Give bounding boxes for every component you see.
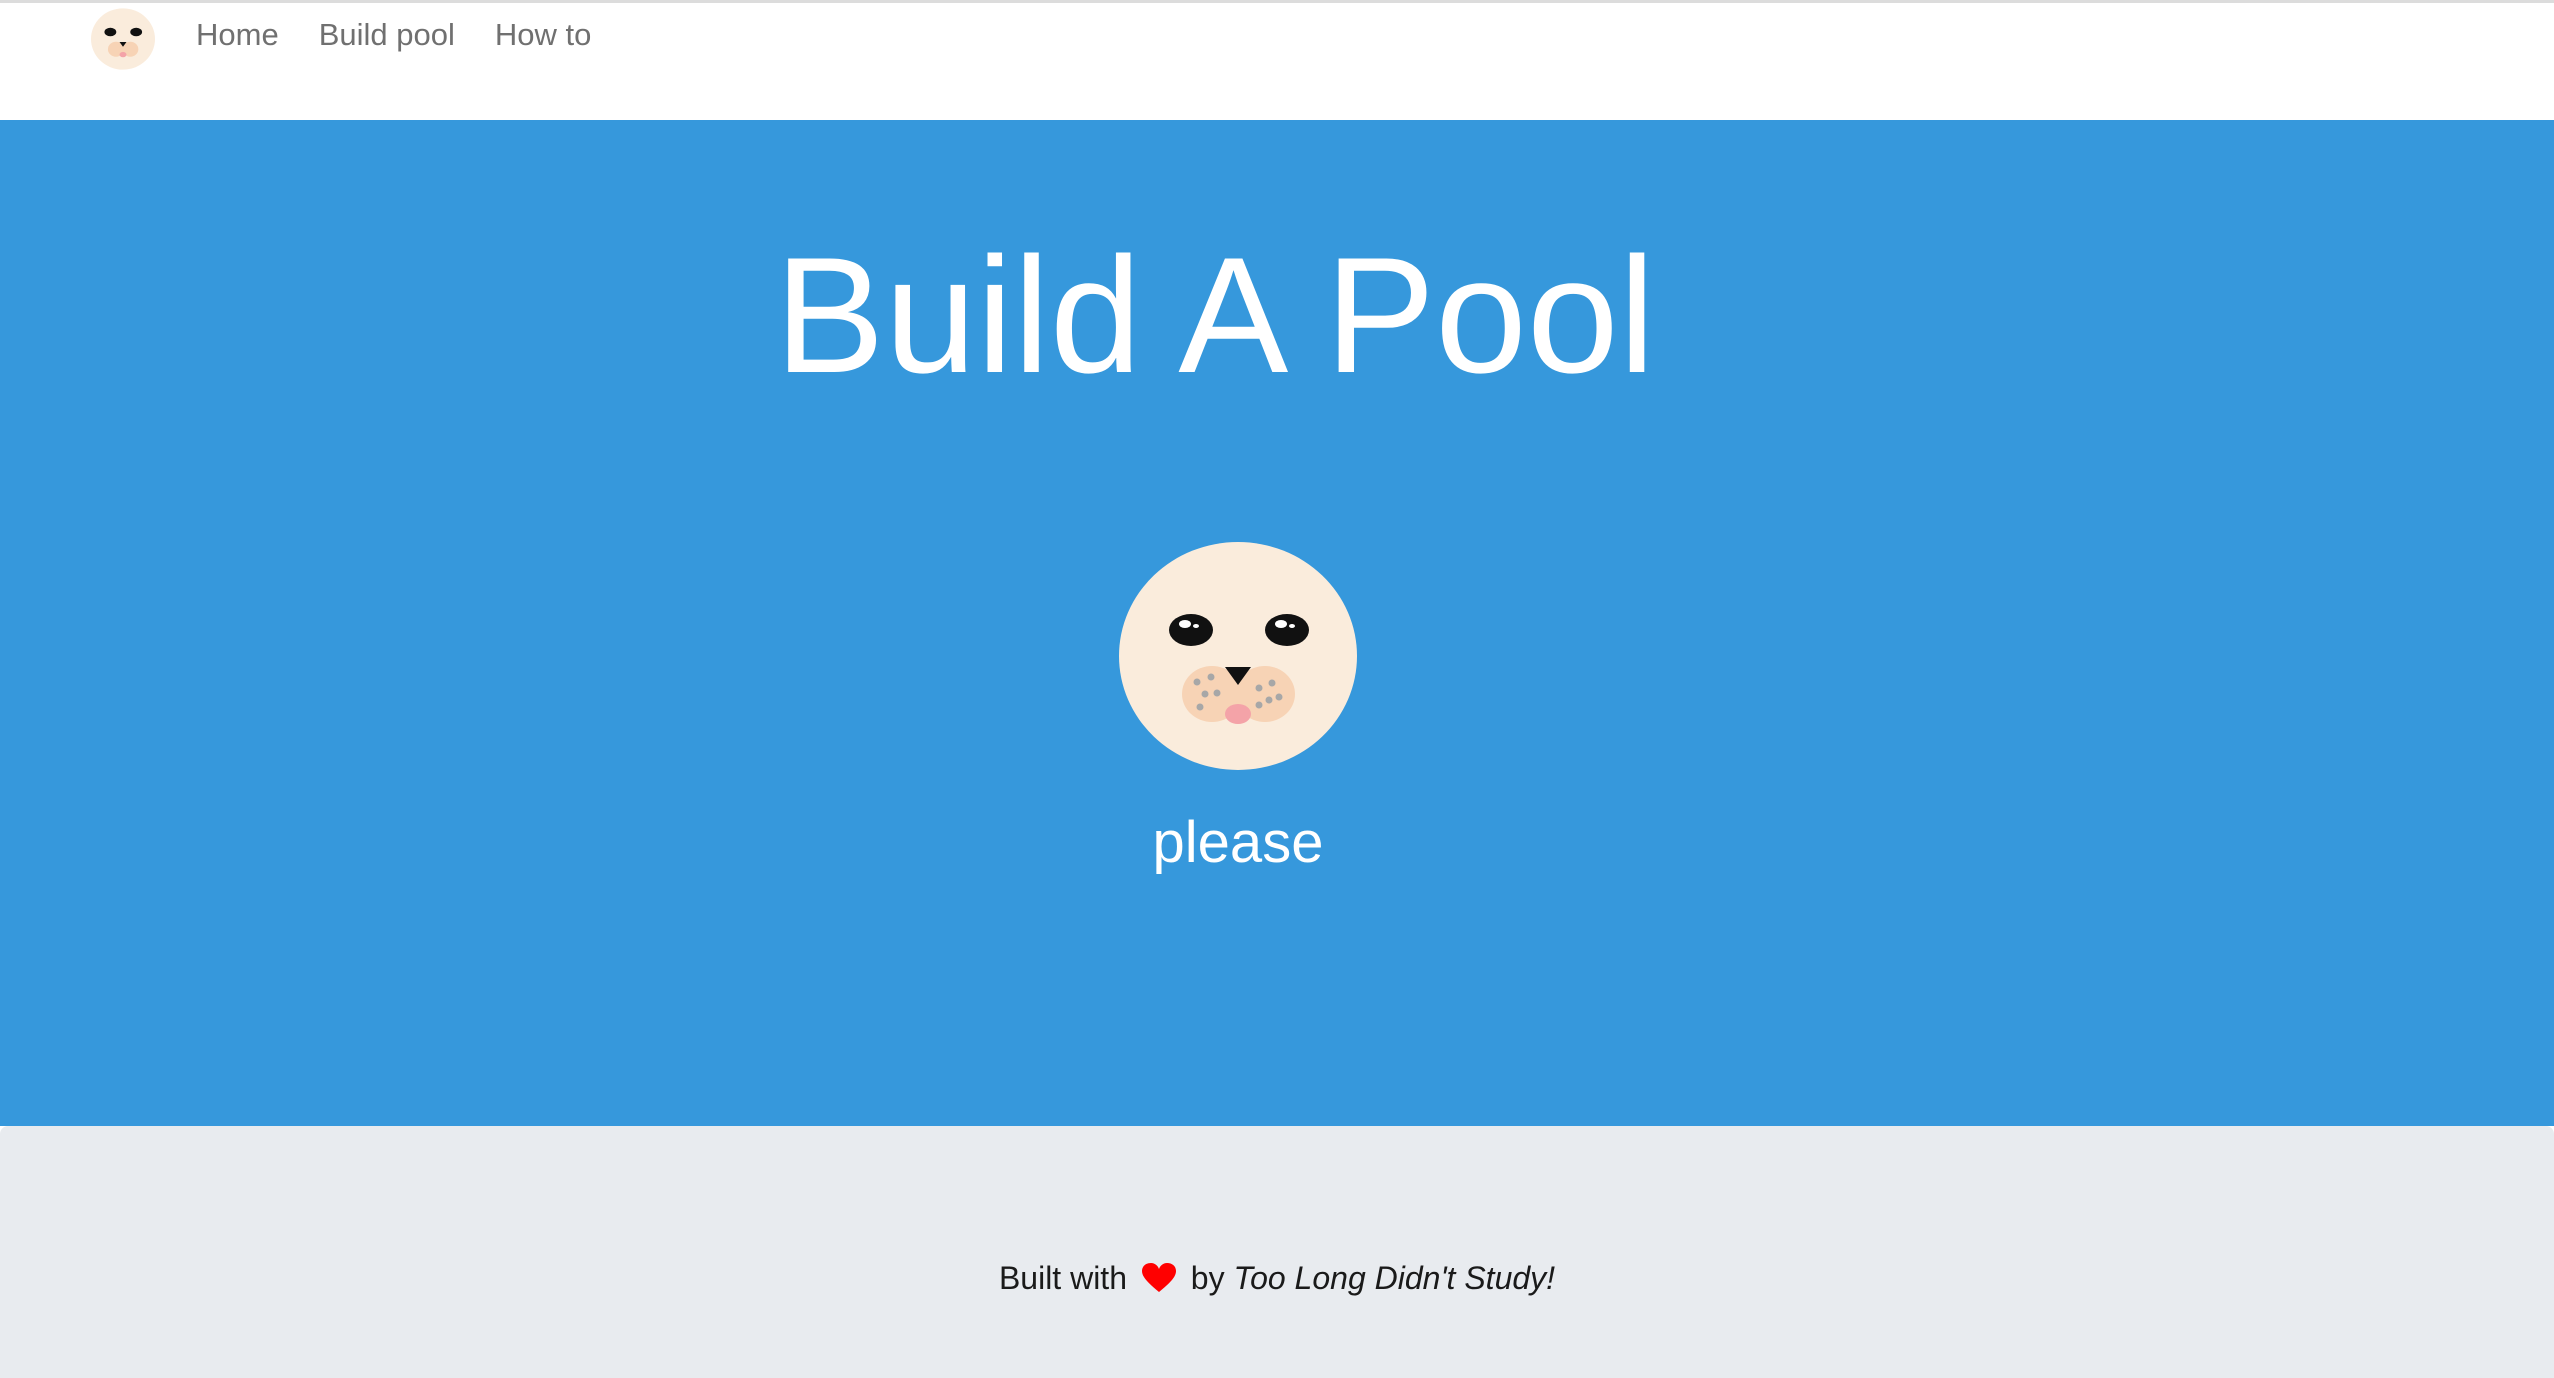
- nav-how-to-link[interactable]: How to: [495, 17, 591, 53]
- nav-build-pool-link[interactable]: Build pool: [319, 17, 455, 53]
- nav-home-link[interactable]: Home: [196, 17, 279, 53]
- seal-head: [1119, 542, 1357, 770]
- heart-icon: [1141, 1263, 1176, 1292]
- seal-mouth: [1225, 704, 1251, 724]
- footer-team-name: Too Long Didn't Study!: [1233, 1260, 1556, 1296]
- page-title: Build A Pool: [774, 223, 1656, 407]
- top-navbar: Home Build pool How to: [0, 0, 2554, 120]
- footer-credit: Built with by Too Long Didn't Study!: [0, 1258, 2554, 1298]
- hero-section: Build A Pool please: [0, 120, 2554, 1126]
- seal-left-eye: [1169, 614, 1213, 646]
- seal-right-eye: [1265, 614, 1309, 646]
- seal-logo-icon[interactable]: [91, 7, 155, 71]
- footer-by: by: [1190, 1260, 1225, 1296]
- mascot-caption: please: [1152, 810, 1324, 875]
- footer: Built with by Too Long Didn't Study!: [0, 1126, 2554, 1378]
- footer-prefix: Built with: [998, 1260, 1127, 1296]
- seal-face-icon: [1119, 542, 1357, 770]
- nav-links: Home Build pool How to: [196, 17, 591, 53]
